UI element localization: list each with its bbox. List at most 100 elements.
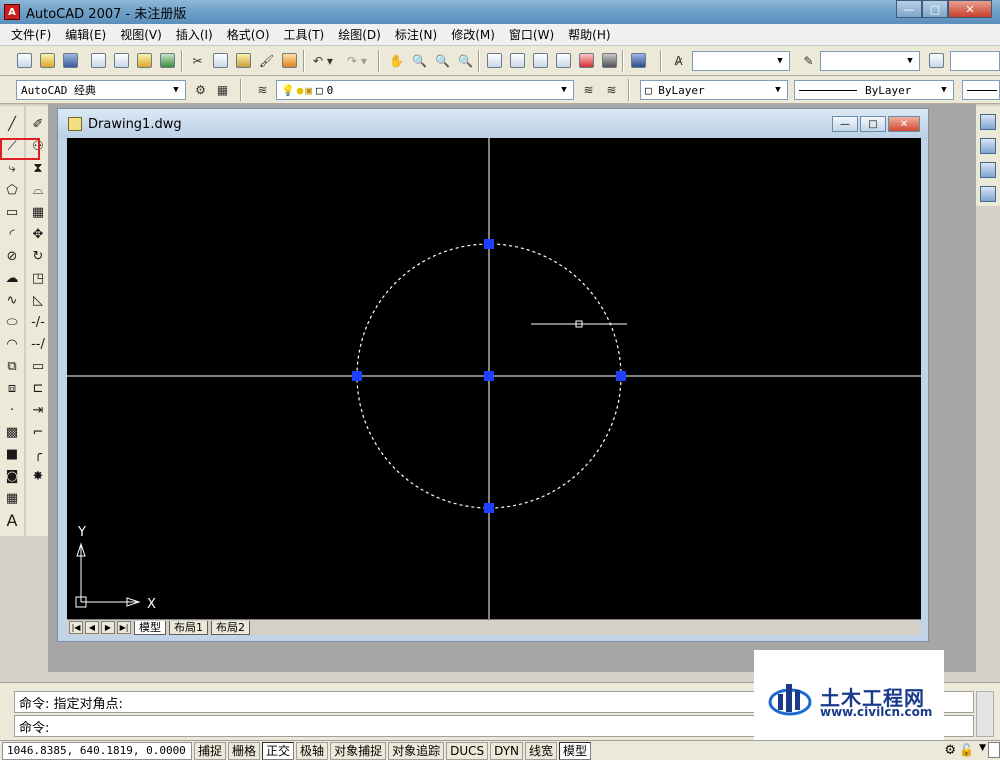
- trim-icon[interactable]: -/-: [28, 312, 48, 332]
- revision-cloud-icon[interactable]: ☁: [2, 268, 22, 288]
- arc-icon[interactable]: ◜: [2, 224, 22, 244]
- first-tab-arrow-icon[interactable]: |◀: [69, 621, 83, 634]
- communication-center-icon[interactable]: ⚙: [944, 743, 956, 758]
- spline-icon[interactable]: ∿: [2, 290, 22, 310]
- grip-center[interactable]: [484, 371, 494, 381]
- coordinate-display[interactable]: 1046.8385, 640.1819, 0.0000: [2, 741, 192, 760]
- fillet-icon[interactable]: ╭: [28, 444, 48, 464]
- menu-modify[interactable]: 修改(M): [444, 26, 502, 43]
- copy-icon[interactable]: [210, 50, 231, 71]
- design-center-icon[interactable]: [507, 50, 528, 71]
- open-file-icon[interactable]: [37, 50, 58, 71]
- prev-tab-arrow-icon[interactable]: ◀: [85, 621, 99, 634]
- cut-icon[interactable]: ✂: [187, 50, 208, 71]
- table-style-icon[interactable]: [926, 50, 947, 71]
- redo-icon[interactable]: ↷ ▾: [342, 50, 372, 71]
- polar-toggle[interactable]: 极轴: [296, 741, 329, 760]
- hatch-icon[interactable]: ▩: [2, 422, 22, 442]
- offset-icon[interactable]: ⌓: [28, 180, 48, 200]
- rectangle-icon[interactable]: ▭: [2, 202, 22, 222]
- snap-toggle[interactable]: 捕捉: [194, 741, 227, 760]
- region-icon[interactable]: ◙: [2, 466, 22, 486]
- lineweight-combo[interactable]: [962, 80, 1000, 100]
- polyline-icon[interactable]: ⤷: [2, 158, 22, 178]
- drawing-minimize-button[interactable]: —: [832, 116, 858, 132]
- mirror-icon[interactable]: ⧗: [28, 158, 48, 178]
- chamfer-icon[interactable]: ⌐: [28, 422, 48, 442]
- publish-icon[interactable]: [134, 50, 155, 71]
- layer-previous-icon[interactable]: ≋: [601, 79, 622, 100]
- new-file-icon[interactable]: [14, 50, 35, 71]
- my-workspace-icon[interactable]: ▦: [212, 79, 233, 100]
- save-icon[interactable]: [60, 50, 81, 71]
- table-style-combo[interactable]: [950, 51, 1000, 71]
- maximize-button[interactable]: □: [922, 0, 948, 18]
- join-icon[interactable]: ⇥: [28, 400, 48, 420]
- zoom-realtime-icon[interactable]: 🔍: [409, 50, 430, 71]
- layer-manager-icon[interactable]: ≋: [252, 79, 273, 100]
- pan-realtime-icon[interactable]: ✋: [386, 50, 407, 71]
- properties-icon[interactable]: [484, 50, 505, 71]
- dimension-style-icon[interactable]: ✎: [798, 50, 819, 71]
- menu-view[interactable]: 视图(V): [113, 26, 169, 43]
- insert-block-icon[interactable]: ⧉: [2, 356, 22, 376]
- menu-file[interactable]: 文件(F): [4, 26, 58, 43]
- line-icon[interactable]: ╱: [2, 114, 22, 134]
- osnap-toggle[interactable]: 对象捕捉: [330, 741, 387, 760]
- clean-screen-button[interactable]: [988, 742, 1000, 758]
- grip-left[interactable]: [352, 371, 362, 381]
- block-editor-icon[interactable]: [279, 50, 300, 71]
- match-properties-icon[interactable]: 🖌: [256, 50, 277, 71]
- make-layer-current-icon[interactable]: ≋: [578, 79, 599, 100]
- tab-model[interactable]: 模型: [134, 620, 166, 635]
- zoom-window-icon[interactable]: 🔍: [432, 50, 453, 71]
- otrack-toggle[interactable]: 对象追踪: [388, 741, 445, 760]
- markup-set-icon[interactable]: [576, 50, 597, 71]
- print-preview-icon[interactable]: [111, 50, 132, 71]
- lineweight-toggle[interactable]: 线宽: [525, 741, 558, 760]
- extend-icon[interactable]: --/: [28, 334, 48, 354]
- close-button[interactable]: ✕: [948, 0, 992, 18]
- table-icon[interactable]: ▦: [2, 488, 22, 508]
- drawing-close-button[interactable]: ✕: [888, 116, 920, 132]
- text-style-icon[interactable]: A̷: [668, 50, 689, 71]
- menu-window[interactable]: 窗口(W): [502, 26, 561, 43]
- break-at-point-icon[interactable]: ▭: [28, 356, 48, 376]
- menu-insert[interactable]: 插入(I): [169, 26, 220, 43]
- workspace-settings-icon[interactable]: ⚙: [190, 79, 211, 100]
- ucs-icon[interactable]: [980, 162, 996, 178]
- polygon-icon[interactable]: ⬠: [2, 180, 22, 200]
- print-icon[interactable]: [88, 50, 109, 71]
- tab-layout2[interactable]: 布局2: [211, 620, 250, 635]
- zoom-previous-icon[interactable]: 🔍: [455, 50, 476, 71]
- circle-icon[interactable]: ⊘: [2, 246, 22, 266]
- stretch-icon[interactable]: ◺: [28, 290, 48, 310]
- tool-palettes-icon[interactable]: [530, 50, 551, 71]
- status-menu-arrow-icon[interactable]: ▼: [979, 743, 986, 753]
- autocad-logo-icon[interactable]: A: [4, 4, 20, 20]
- explode-icon[interactable]: ✸: [28, 466, 48, 486]
- menu-dimension[interactable]: 标注(N): [388, 26, 444, 43]
- point-icon[interactable]: ·: [2, 400, 22, 420]
- ellipse-icon[interactable]: ⬭: [2, 312, 22, 332]
- linetype-combo[interactable]: ByLayer ▼: [794, 80, 954, 100]
- drawing-maximize-button[interactable]: □: [860, 116, 886, 132]
- ducs-toggle[interactable]: DUCS: [446, 741, 489, 760]
- menu-draw[interactable]: 绘图(D): [331, 26, 388, 43]
- sheet-set-icon[interactable]: [553, 50, 574, 71]
- color-combo[interactable]: □ ByLayer ▼: [640, 80, 788, 100]
- rotate-icon[interactable]: ↻: [28, 246, 48, 266]
- minimize-button[interactable]: —: [896, 0, 922, 18]
- ortho-toggle[interactable]: 正交: [262, 741, 295, 760]
- menu-format[interactable]: 格式(O): [220, 26, 277, 43]
- undo-icon[interactable]: ↶ ▾: [308, 50, 338, 71]
- dyn-toggle[interactable]: DYN: [490, 741, 524, 760]
- grip-right[interactable]: [616, 371, 626, 381]
- grid-toggle[interactable]: 栅格: [228, 741, 261, 760]
- model-toggle[interactable]: 模型: [559, 741, 592, 760]
- grip-top[interactable]: [484, 239, 494, 249]
- dimension-style-combo[interactable]: ▼: [820, 51, 920, 71]
- text-style-combo[interactable]: ▼: [692, 51, 790, 71]
- make-block-icon[interactable]: ⧈: [2, 378, 22, 398]
- menu-tools[interactable]: 工具(T): [277, 26, 332, 43]
